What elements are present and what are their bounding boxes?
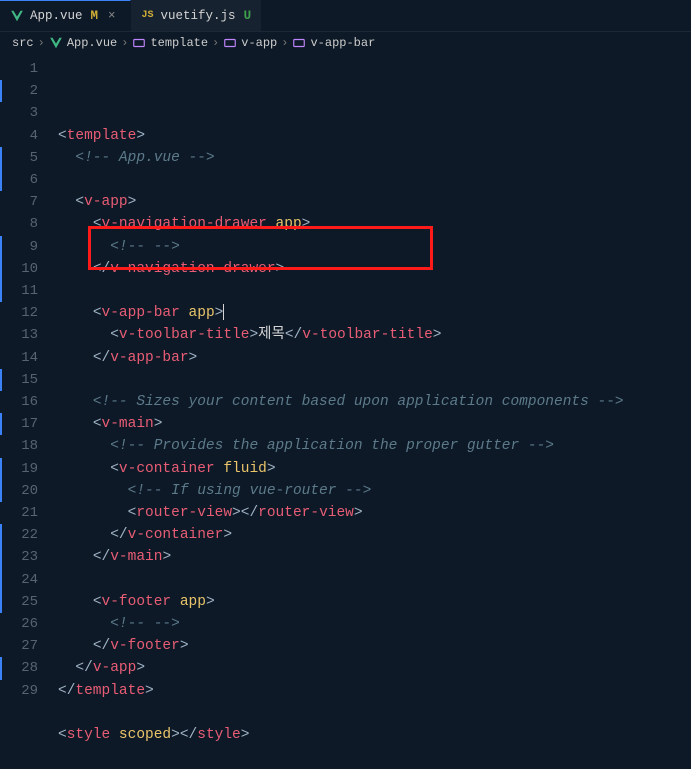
code-line[interactable]: </v-navigation-drawer> [58,258,691,280]
chevron-right-icon: › [121,36,128,50]
code-line[interactable]: <!-- Provides the application the proper… [58,435,691,457]
code-line[interactable] [58,369,691,391]
tabs-bar: App.vue M × JS vuetify.js U [0,0,691,32]
line-number: 13 [0,324,40,346]
code-line[interactable] [58,702,691,724]
code-line[interactable]: <!-- If using vue-router --> [58,480,691,502]
code-line[interactable]: <v-app-bar app> [58,302,691,324]
close-icon[interactable]: × [104,9,120,23]
tab-modified-indicator: U [244,9,252,23]
code-line[interactable]: </v-app> [58,657,691,679]
code-line[interactable]: <!-- Sizes your content based upon appli… [58,391,691,413]
line-number: 28 [0,657,40,679]
line-number: 26 [0,613,40,635]
code-line[interactable] [58,280,691,302]
line-number: 20 [0,480,40,502]
breadcrumb: src › App.vue › template › v-app › v-app-bar [0,32,691,54]
breadcrumb-item[interactable]: src [12,36,34,50]
code-editor[interactable]: 1234567891011121314151617181920212223242… [0,54,691,735]
line-number: 29 [0,680,40,702]
line-number: 12 [0,302,40,324]
tab-vuetify-js[interactable]: JS vuetify.js U [131,0,263,31]
code-line[interactable] [58,569,691,591]
code-line[interactable]: <!-- --> [58,236,691,258]
line-number: 9 [0,236,40,258]
code-line[interactable]: </v-container> [58,524,691,546]
vue-icon [49,36,63,50]
block-icon [223,36,237,50]
tab-label: App.vue [30,9,83,23]
code-line[interactable]: <style scoped></style> [58,724,691,746]
code-line[interactable]: <v-container fluid> [58,458,691,480]
line-number: 10 [0,258,40,280]
line-number: 2 [0,80,40,102]
tab-modified-indicator: M [91,9,99,23]
code-line[interactable] [58,746,691,768]
breadcrumb-item[interactable]: v-app [223,36,277,50]
tab-label: vuetify.js [161,9,236,23]
code-line[interactable]: </template> [58,680,691,702]
line-number: 22 [0,524,40,546]
line-number: 23 [0,546,40,568]
code-line[interactable]: </v-main> [58,546,691,568]
code-line[interactable]: <router-view></router-view> [58,502,691,524]
line-number: 16 [0,391,40,413]
chevron-right-icon: › [212,36,219,50]
code-line[interactable]: <v-footer app> [58,591,691,613]
breadcrumb-item[interactable]: App.vue [49,36,117,50]
breadcrumb-label: v-app [241,36,277,50]
vue-icon [10,9,24,23]
code-line[interactable]: <template> [58,125,691,147]
breadcrumb-label: App.vue [67,36,117,50]
text-cursor [223,304,224,320]
line-number: 25 [0,591,40,613]
chevron-right-icon: › [38,36,45,50]
breadcrumb-label: src [12,36,34,50]
line-number: 3 [0,102,40,124]
code-line[interactable]: </v-footer> [58,635,691,657]
code-line[interactable] [58,169,691,191]
breadcrumb-label: v-app-bar [310,36,375,50]
code-line[interactable]: <!-- App.vue --> [58,147,691,169]
block-icon [132,36,146,50]
code-area[interactable]: <template> <!-- App.vue --> <v-app> <v-n… [58,54,691,735]
code-line[interactable]: <v-main> [58,413,691,435]
line-number: 11 [0,280,40,302]
code-line[interactable]: <!-- --> [58,613,691,635]
line-number: 8 [0,213,40,235]
line-number: 4 [0,125,40,147]
line-number: 19 [0,458,40,480]
code-line[interactable]: <v-toolbar-title>제목</v-toolbar-title> [58,324,691,346]
breadcrumb-item[interactable]: v-app-bar [292,36,375,50]
line-number-gutter: 1234567891011121314151617181920212223242… [0,54,58,735]
code-line[interactable]: </v-app-bar> [58,347,691,369]
line-number: 7 [0,191,40,213]
code-line[interactable]: <v-navigation-drawer app> [58,213,691,235]
block-icon [292,36,306,50]
breadcrumb-item[interactable]: template [132,36,208,50]
line-number: 24 [0,569,40,591]
line-number: 17 [0,413,40,435]
line-number: 6 [0,169,40,191]
chevron-right-icon: › [281,36,288,50]
line-number: 27 [0,635,40,657]
tab-App-vue[interactable]: App.vue M × [0,0,131,31]
code-line[interactable]: <v-app> [58,191,691,213]
line-number: 15 [0,369,40,391]
line-number: 18 [0,435,40,457]
breadcrumb-label: template [150,36,208,50]
line-number: 14 [0,347,40,369]
js-icon: JS [141,9,155,23]
line-number: 1 [0,58,40,80]
line-number: 21 [0,502,40,524]
line-number: 5 [0,147,40,169]
